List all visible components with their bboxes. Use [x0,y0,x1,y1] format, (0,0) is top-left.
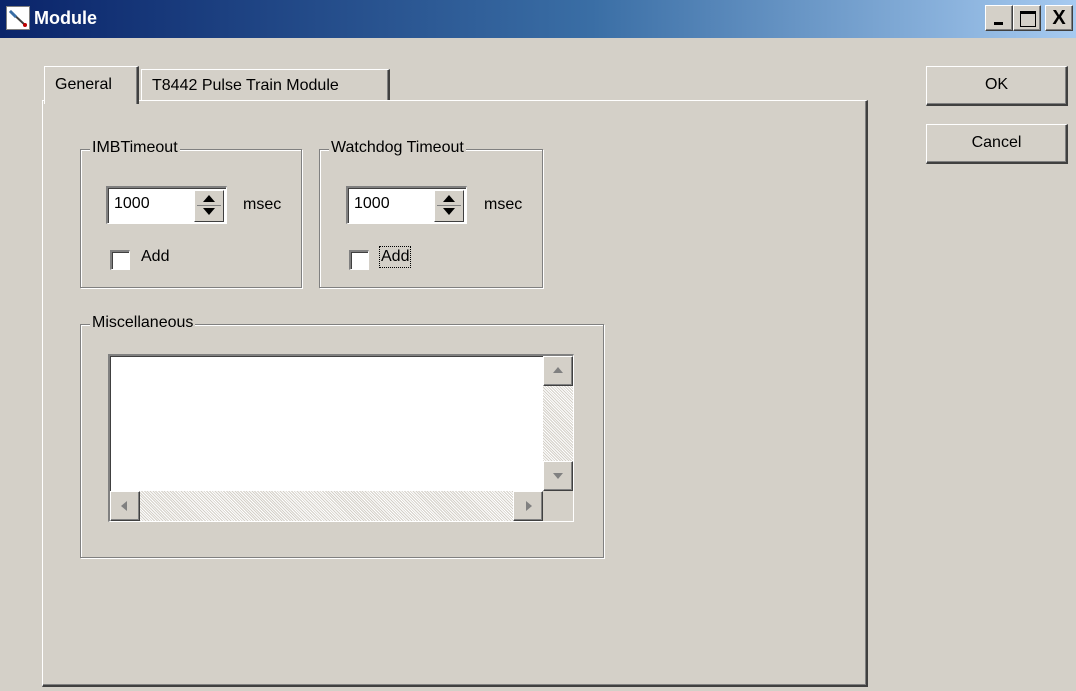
arrow-up-icon [553,367,563,373]
miscellaneous-group-label: Miscellaneous [90,314,196,332]
scroll-right-button[interactable] [513,491,543,521]
vertical-scrollbar[interactable] [543,356,573,491]
scrollbar-corner [543,491,573,521]
arrow-right-icon [526,501,532,511]
imb-add-checkbox[interactable] [110,250,130,270]
horizontal-scrollbar[interactable] [110,491,543,521]
window-title: Module [34,8,97,28]
spin-divider [197,205,221,206]
minimize-button[interactable] [985,5,1013,31]
close-button[interactable]: X [1045,5,1073,31]
cancel-button[interactable]: Cancel [926,124,1068,164]
watchdog-timeout-spin-buttons[interactable] [434,190,464,222]
arrow-down-icon [553,473,563,479]
scroll-left-button[interactable] [110,491,140,521]
watchdog-add-label[interactable]: Add [378,246,412,268]
maximize-button[interactable] [1013,5,1041,31]
imb-timeout-group-label: IMBTimeout [90,139,180,157]
spin-down-icon[interactable] [203,208,215,215]
miscellaneous-memo[interactable] [108,354,574,522]
watchdog-timeout-value[interactable]: 1000 [354,195,390,213]
tab-general[interactable]: General [44,66,139,104]
spin-divider [437,205,461,206]
ok-button[interactable]: OK [926,66,1068,106]
spin-up-icon[interactable] [203,195,215,202]
imb-timeout-unit: msec [243,196,282,213]
watchdog-add-checkbox[interactable] [349,250,369,270]
tab-t8442-pulse-train-module[interactable]: T8442 Pulse Train Module [141,69,390,101]
spin-down-icon[interactable] [443,208,455,215]
scroll-down-button[interactable] [543,461,573,491]
arrow-left-icon [121,501,127,511]
watchdog-timeout-unit: msec [484,196,523,213]
imb-timeout-spin-buttons[interactable] [194,190,224,222]
tab-t8442-label: T8442 Pulse Train Module [152,77,339,94]
module-dialog: Module X General T8442 Pulse Train Modul… [0,0,1076,691]
tab-general-label: General [55,76,112,93]
imb-timeout-value[interactable]: 1000 [114,195,150,213]
scroll-up-button[interactable] [543,356,573,386]
close-icon: X [1052,7,1066,29]
spin-up-icon[interactable] [443,195,455,202]
imb-add-label[interactable]: Add [141,248,169,266]
title-bar[interactable]: Module X [0,0,1076,38]
watchdog-timeout-group-label: Watchdog Timeout [329,139,466,157]
imb-timeout-spinedit[interactable]: 1000 [106,186,227,224]
app-icon [6,6,30,30]
watchdog-timeout-spinedit[interactable]: 1000 [346,186,467,224]
